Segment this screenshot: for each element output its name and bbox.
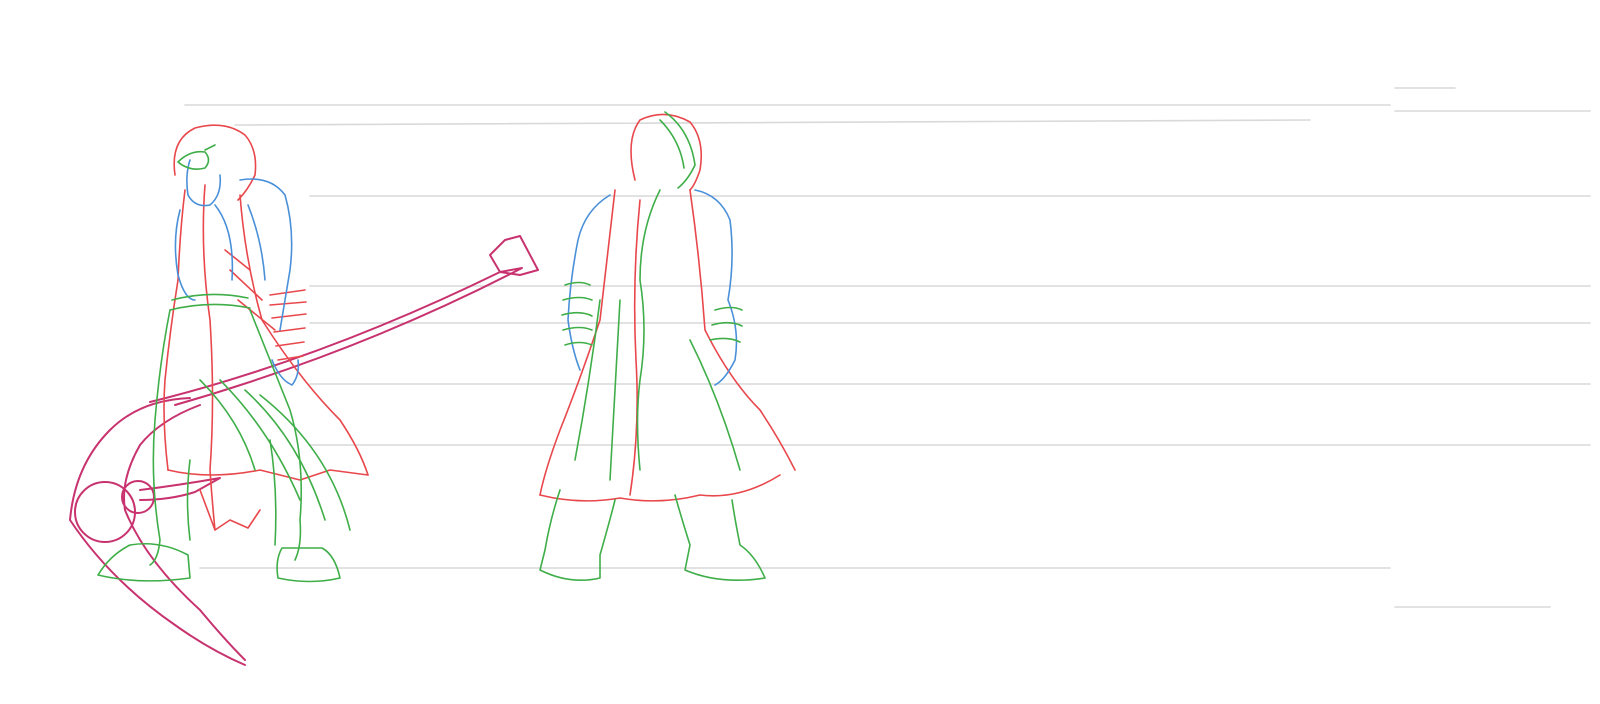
cloak-left-edge xyxy=(163,189,186,471)
right-wrap-back xyxy=(709,306,743,343)
scythe-spike xyxy=(139,477,221,501)
legs-green-back xyxy=(539,111,766,582)
body-blue-back xyxy=(567,189,738,386)
legs-green xyxy=(97,144,351,583)
goggles xyxy=(177,144,216,170)
belt xyxy=(169,293,251,311)
arm-wrap xyxy=(269,289,307,361)
coat-tail-back-lines xyxy=(574,299,741,481)
hooded-figure-back-view xyxy=(539,111,796,582)
left-leg xyxy=(149,309,171,566)
hood xyxy=(173,124,257,201)
character-sketch xyxy=(69,87,1591,666)
right-boot xyxy=(276,547,341,583)
proportion-guide-lines xyxy=(184,87,1591,608)
scythe xyxy=(69,235,539,666)
cloak-back-right xyxy=(689,189,796,471)
body-blue xyxy=(174,159,300,386)
left-wrap-back xyxy=(561,281,593,346)
scythe-ring-small xyxy=(121,480,155,514)
cloak-hem xyxy=(167,469,369,481)
left-boot xyxy=(97,542,191,582)
spine-stripe xyxy=(636,189,661,471)
hooded-figure-with-scythe xyxy=(69,124,539,666)
cloak-back-hem xyxy=(539,474,781,502)
scythe-blade-outer xyxy=(69,397,246,666)
cloak-ragged-hem xyxy=(199,489,261,531)
scythe-blade-inner xyxy=(123,404,246,661)
sketch-canvas xyxy=(0,0,1600,704)
cloak-red xyxy=(163,124,369,531)
guide-line xyxy=(234,119,1311,126)
left-leg-back xyxy=(539,489,616,581)
